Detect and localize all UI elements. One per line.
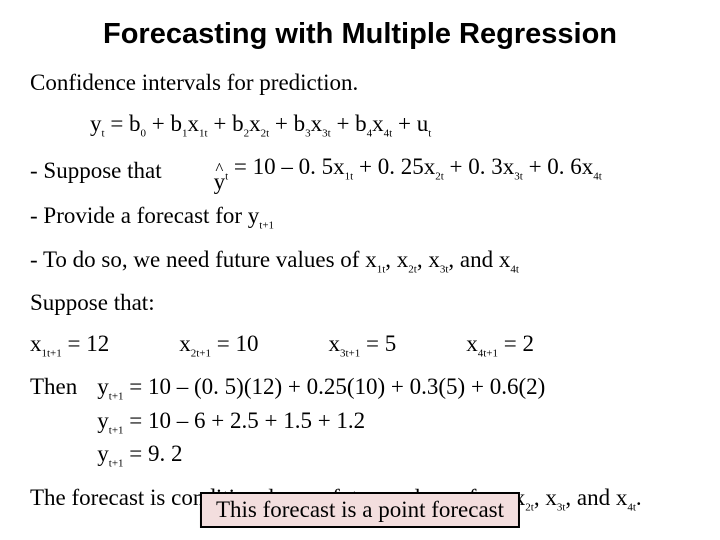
x4: x — [372, 111, 384, 136]
future-x3: x3t+1 = 5 — [329, 328, 397, 361]
future-x4: x4t+1 = 2 — [466, 328, 534, 361]
fx4s: 4t+1 — [478, 348, 498, 360]
fit-p4: + 0. 6x — [523, 154, 593, 179]
concl-dot: . — [636, 485, 642, 510]
concl-s2: 2t — [525, 501, 534, 513]
c1s: t+1 — [109, 391, 124, 403]
future-x2: x2t+1 = 10 — [179, 328, 258, 361]
fx1: x — [30, 331, 42, 356]
todo-and: , and x — [448, 247, 510, 272]
todo-s2: 2t — [408, 263, 417, 275]
b4: b — [355, 111, 367, 136]
provide-a: - Provide a forecast for y — [30, 203, 259, 228]
need-future: - To do so, we need future values of x1t… — [30, 244, 690, 277]
fx4: x — [466, 331, 478, 356]
calc-line-1: yt+1 = 10 – (0. 5)(12) + 0.25(10) + 0.3(… — [97, 371, 545, 404]
future-values-row: x1t+1 = 12 x2t+1 = 10 x3t+1 = 5 x4t+1 = … — [30, 328, 690, 361]
fx4v: = 2 — [498, 331, 534, 356]
fx2v: = 10 — [211, 331, 258, 356]
c3y: y — [97, 441, 109, 466]
callout-box: This forecast is a point forecast — [200, 492, 520, 528]
calc-lines: yt+1 = 10 – (0. 5)(12) + 0.25(10) + 0.3(… — [97, 371, 545, 471]
suppose-that: Suppose that: — [30, 287, 690, 318]
todo-c2: , x — [417, 247, 440, 272]
b1: b — [171, 111, 183, 136]
b0-sub: 0 — [141, 128, 147, 140]
x1-sub: 1t — [199, 128, 208, 140]
then-label: Then — [30, 371, 77, 471]
c3b: = 9. 2 — [124, 441, 183, 466]
x3-sub: 3t — [322, 128, 331, 140]
fx3: x — [329, 331, 341, 356]
x2-sub: 2t — [261, 128, 270, 140]
c2y: y — [97, 408, 109, 433]
suppose-row: - Suppose that ^ y t = 10 – 0. 5x1t + 0.… — [30, 151, 690, 190]
fx3v: = 5 — [360, 331, 396, 356]
c1y: y — [97, 374, 109, 399]
x4-sub: 4t — [384, 128, 393, 140]
b2: b — [232, 111, 244, 136]
fit-p2: + 0. 25x — [353, 154, 435, 179]
suppose-label: - Suppose that — [30, 155, 162, 186]
c2b: = 10 – 6 + 2.5 + 1.5 + 1.2 — [124, 408, 366, 433]
model-equation: yt = b0 + b1x1t + b2x2t + b3x3t + b4x4t … — [90, 108, 690, 141]
calc-line-2: yt+1 = 10 – 6 + 2.5 + 1.5 + 1.2 — [97, 405, 545, 438]
concl-s4: 4t — [627, 501, 636, 513]
intro-text: Confidence intervals for prediction. — [30, 67, 690, 98]
future-x1: x1t+1 = 12 — [30, 328, 109, 361]
yhat-icon: ^ y — [214, 165, 226, 190]
fx1v: = 12 — [62, 331, 109, 356]
todo-a: - To do so, we need future values of x — [30, 247, 377, 272]
c2s: t+1 — [109, 424, 124, 436]
provide-forecast: - Provide a forecast for yt+1 — [30, 200, 690, 233]
fit-s4: 4t — [593, 171, 602, 183]
yhat-y: y — [214, 174, 226, 190]
provide-sub: t+1 — [259, 220, 274, 232]
then-block: Then yt+1 = 10 – (0. 5)(12) + 0.25(10) +… — [30, 371, 690, 471]
slide-title: Forecasting with Multiple Regression — [30, 18, 690, 51]
u-sub: t — [428, 128, 431, 140]
x2: x — [249, 111, 261, 136]
model-y-sub: t — [102, 128, 105, 140]
u: u — [417, 111, 429, 136]
todo-c1: , x — [385, 247, 408, 272]
fit-s2: 2t — [435, 171, 444, 183]
fit-s3: 3t — [514, 171, 523, 183]
fx2s: 2t+1 — [191, 348, 211, 360]
calc-line-3: yt+1 = 9. 2 — [97, 438, 545, 471]
x3: x — [311, 111, 323, 136]
model-y: y — [90, 111, 102, 136]
todo-s1: 1t — [377, 263, 386, 275]
concl-c2: , x — [534, 485, 557, 510]
fit-p3: + 0. 3x — [444, 154, 514, 179]
todo-s4: 4t — [510, 263, 519, 275]
b3: b — [294, 111, 306, 136]
concl-and: , and x — [565, 485, 627, 510]
c3s: t+1 — [109, 458, 124, 470]
fx1s: 1t+1 — [42, 348, 62, 360]
x1: x — [188, 111, 200, 136]
fit-p1: = 10 – 0. 5x — [228, 154, 344, 179]
fit-s1: 1t — [345, 171, 354, 183]
c1b: = 10 – (0. 5)(12) + 0.25(10) + 0.3(5) + … — [124, 374, 546, 399]
b0: b — [129, 111, 141, 136]
fitted-eq: ^ y t = 10 – 0. 5x1t + 0. 25x2t + 0. 3x3… — [214, 151, 602, 190]
fx2: x — [179, 331, 191, 356]
fx3s: 3t+1 — [340, 348, 360, 360]
